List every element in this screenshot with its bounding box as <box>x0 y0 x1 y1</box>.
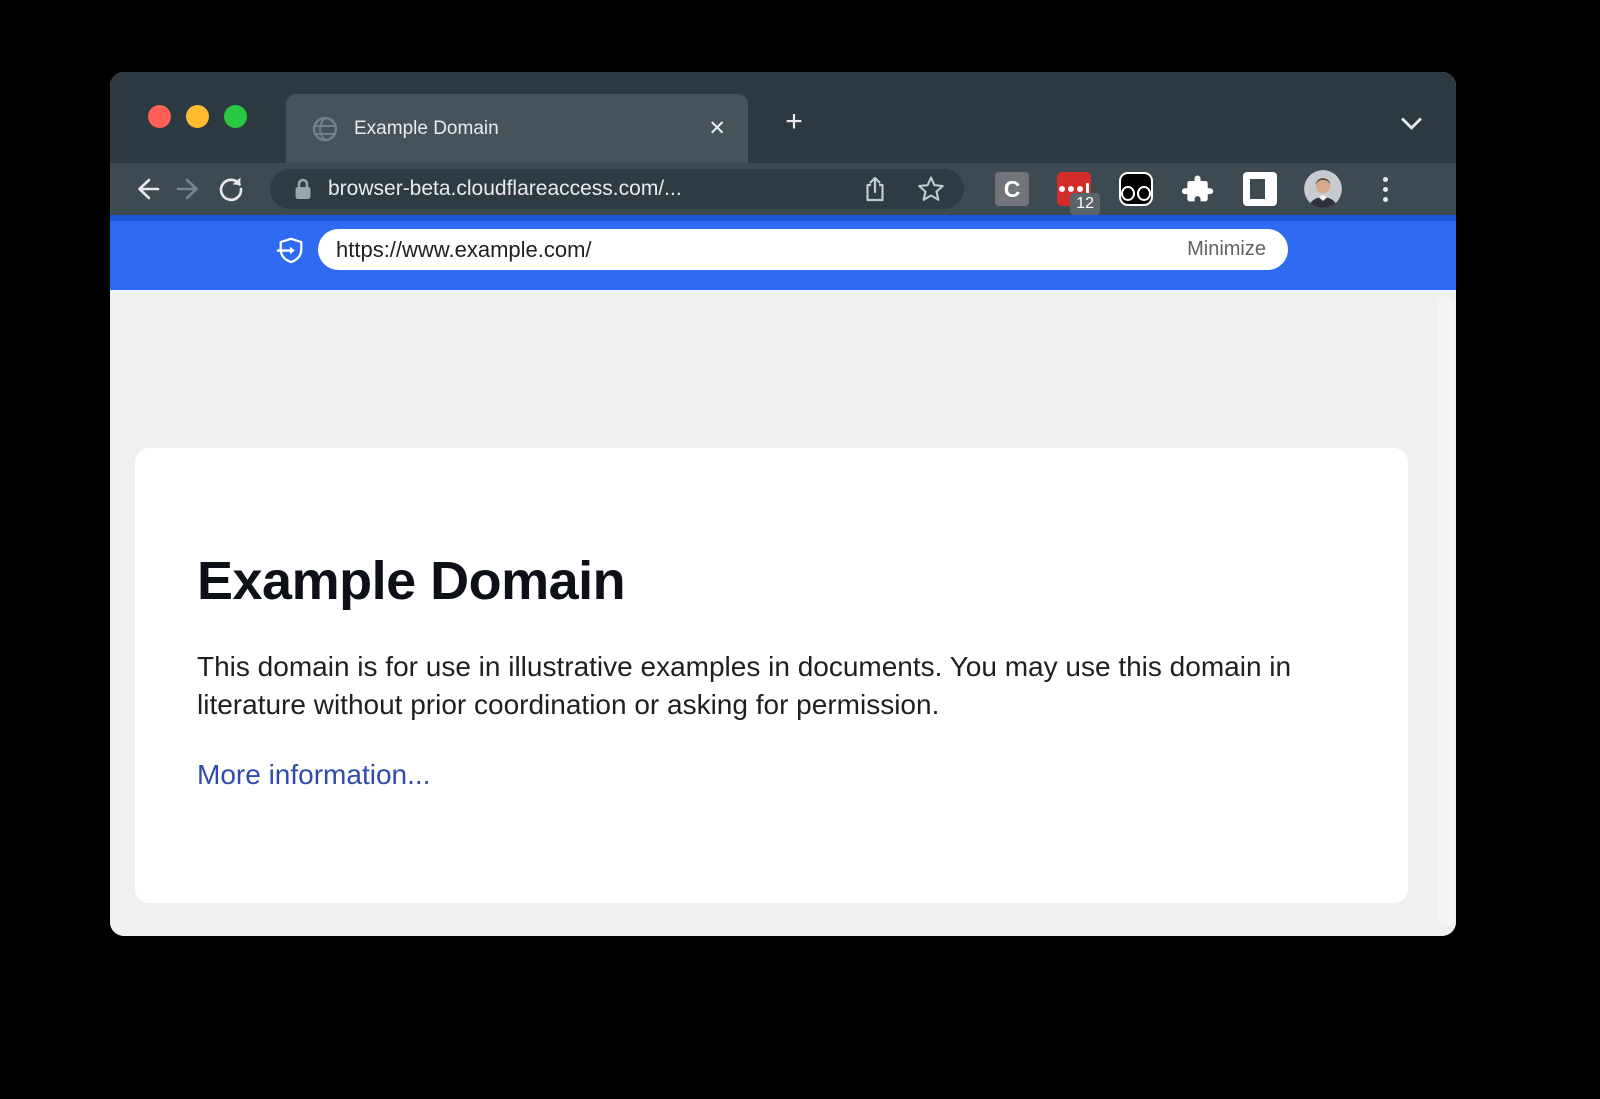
share-icon <box>861 175 889 203</box>
page-title: Example Domain <box>197 550 1346 612</box>
close-window-button[interactable] <box>148 105 171 128</box>
tab-search-chevron-button[interactable] <box>1404 112 1424 132</box>
extension-c-icon: C <box>995 172 1029 206</box>
tab-close-icon[interactable]: ✕ <box>708 118 726 139</box>
address-bar[interactable]: browser-beta.cloudflareaccess.com/... <box>270 169 964 209</box>
reload-icon <box>217 175 245 203</box>
globe-favicon-icon <box>312 116 338 142</box>
forward-button[interactable] <box>168 168 210 210</box>
isolated-url-field[interactable]: https://www.example.com/ Minimize <box>318 229 1288 270</box>
side-panel-button[interactable] <box>1242 171 1278 207</box>
isolation-bar: https://www.example.com/ Minimize <box>110 215 1456 290</box>
side-panel-icon <box>1243 172 1277 206</box>
example-domain-card: Example Domain This domain is for use in… <box>135 448 1408 903</box>
screen: Example Domain ✕ + <box>0 0 1600 1099</box>
more-information-link[interactable]: More information... <box>197 759 430 791</box>
address-bar-url: browser-beta.cloudflareaccess.com/... <box>328 177 860 201</box>
profile-avatar[interactable] <box>1304 170 1342 208</box>
bookmark-button[interactable] <box>916 174 946 204</box>
kebab-menu-icon <box>1383 177 1388 182</box>
extension-camera-button[interactable] <box>1118 171 1154 207</box>
extension-badge-count: 12 <box>1070 193 1100 215</box>
zoom-window-button[interactable] <box>224 105 247 128</box>
star-icon <box>916 174 946 204</box>
back-arrow-icon <box>133 175 161 203</box>
avatar-photo <box>1304 170 1342 208</box>
extension-lastpass-button[interactable]: 12 <box>1056 171 1092 207</box>
back-button[interactable] <box>126 168 168 210</box>
puzzle-piece-icon <box>1182 173 1214 205</box>
camera-lenses-icon <box>1119 172 1153 206</box>
tab-title: Example Domain <box>354 118 708 140</box>
browser-window: Example Domain ✕ + <box>110 72 1456 936</box>
new-tab-button[interactable]: + <box>774 102 814 142</box>
shield-arrow-icon <box>276 236 306 266</box>
reload-button[interactable] <box>210 168 252 210</box>
tab-strip: Example Domain ✕ + <box>110 72 1456 163</box>
window-controls <box>148 105 247 128</box>
vertical-scrollbar[interactable] <box>1437 296 1455 926</box>
page-body-text: This domain is for use in illustrative e… <box>197 648 1346 723</box>
page-viewport: Example Domain This domain is for use in… <box>110 290 1456 936</box>
browser-menu-button[interactable] <box>1370 177 1400 202</box>
lock-icon[interactable] <box>292 177 314 201</box>
extension-c-button[interactable]: C <box>994 171 1030 207</box>
minimize-button[interactable]: Minimize <box>1187 238 1266 261</box>
isolated-url: https://www.example.com/ <box>336 237 1187 263</box>
minimize-window-button[interactable] <box>186 105 209 128</box>
tab-example-domain[interactable]: Example Domain ✕ <box>286 94 748 163</box>
share-button[interactable] <box>860 174 890 204</box>
forward-arrow-icon <box>175 175 203 203</box>
extensions-row: C 12 <box>994 171 1278 207</box>
browser-toolbar: browser-beta.cloudflareaccess.com/... C <box>110 163 1456 215</box>
chevron-down-icon <box>1401 109 1422 130</box>
extensions-menu-button[interactable] <box>1180 171 1216 207</box>
